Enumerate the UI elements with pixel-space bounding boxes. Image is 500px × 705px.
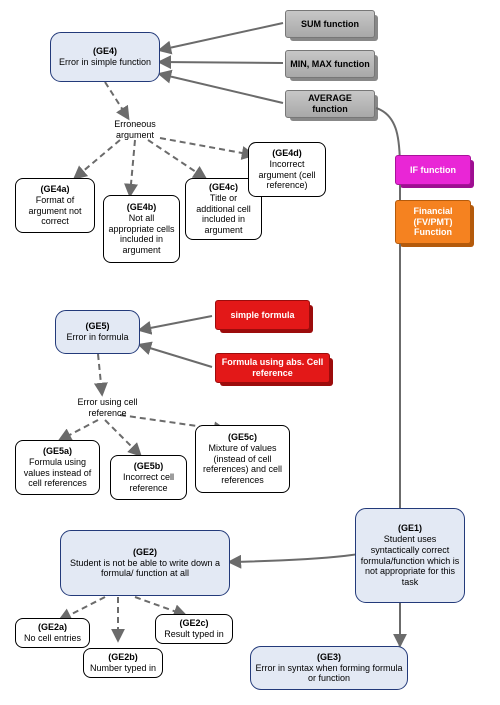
node-text: Number typed in bbox=[90, 663, 156, 673]
banner-label: Financial (FV/PMT) Function bbox=[400, 206, 466, 238]
node-ge1: (GE1)Student uses syntactically correct … bbox=[355, 508, 465, 603]
node-title: (GE5c) bbox=[228, 432, 257, 442]
banner-minmax: MIN, MAX function bbox=[285, 50, 375, 78]
banner-simple-formula: simple formula bbox=[215, 300, 310, 330]
label-error-cell-reference: Error using cell reference bbox=[65, 394, 150, 422]
node-ge5: (GE5)Error in formula bbox=[55, 310, 140, 354]
node-text: Title or additional cell included in arg… bbox=[196, 193, 251, 235]
node-ge2c: (GE2c)Result typed in bbox=[155, 614, 233, 644]
label-text: Error using cell reference bbox=[69, 397, 146, 419]
node-ge4d: (GE4d)Incorrect argument (cell reference… bbox=[248, 142, 326, 197]
node-title: (GE4d) bbox=[272, 148, 302, 158]
node-text: Formula using values instead of cell ref… bbox=[24, 457, 92, 489]
node-title: (GE3) bbox=[317, 652, 341, 662]
node-ge2: (GE2)Student is not be able to write dow… bbox=[60, 530, 230, 596]
node-title: (GE5) bbox=[85, 321, 109, 331]
node-ge2a: (GE2a)No cell entries bbox=[15, 618, 90, 648]
node-ge4b: (GE4b)Not all appropriate cells included… bbox=[103, 195, 180, 263]
banner-sum: SUM function bbox=[285, 10, 375, 38]
node-text: Error in syntax when forming formula or … bbox=[255, 663, 402, 684]
node-text: Result typed in bbox=[164, 629, 224, 639]
node-title: (GE2a) bbox=[38, 622, 67, 632]
node-title: (GE1) bbox=[398, 523, 422, 533]
node-text: Not all appropriate cells included in ar… bbox=[108, 213, 174, 255]
banner-abs-formula: Formula using abs. Cell reference bbox=[215, 353, 330, 383]
node-ge5c: (GE5c)Mixture of values (instead of cell… bbox=[195, 425, 290, 493]
node-title: (GE4c) bbox=[209, 182, 238, 192]
node-title: (GE4b) bbox=[127, 202, 157, 212]
node-text: Student uses syntactically correct formu… bbox=[361, 534, 460, 587]
node-text: Mixture of values (instead of cell refer… bbox=[203, 443, 282, 485]
node-ge5b: (GE5b)Incorrect cell reference bbox=[110, 455, 187, 500]
node-ge5a: (GE5a)Formula using values instead of ce… bbox=[15, 440, 100, 495]
banner-label: simple formula bbox=[230, 310, 294, 321]
node-ge4: (GE4)Error in simple function bbox=[50, 32, 160, 82]
banner-label: MIN, MAX function bbox=[290, 59, 370, 70]
node-text: Student is not be able to write down a f… bbox=[70, 558, 220, 579]
label-erroneous-argument: Erroneous argument bbox=[90, 118, 180, 142]
banner-financial: Financial (FV/PMT) Function bbox=[395, 200, 471, 244]
node-text: Error in formula bbox=[66, 332, 128, 342]
node-title: (GE4) bbox=[93, 46, 117, 56]
node-title: (GE4a) bbox=[40, 184, 69, 194]
node-text: Incorrect cell reference bbox=[123, 472, 174, 493]
node-title: (GE2c) bbox=[179, 618, 208, 628]
banner-label: SUM function bbox=[301, 19, 359, 30]
node-title: (GE2) bbox=[133, 547, 157, 557]
node-text: Incorrect argument (cell reference) bbox=[258, 159, 315, 191]
banner-average: AVERAGE function bbox=[285, 90, 375, 118]
banner-label: Formula using abs. Cell reference bbox=[220, 357, 325, 379]
node-ge4a: (GE4a)Format of argument not correct bbox=[15, 178, 95, 233]
node-text: No cell entries bbox=[24, 633, 81, 643]
node-ge2b: (GE2b)Number typed in bbox=[83, 648, 163, 678]
node-ge3: (GE3)Error in syntax when forming formul… bbox=[250, 646, 408, 690]
node-title: (GE5b) bbox=[134, 461, 164, 471]
node-title: (GE5a) bbox=[43, 446, 72, 456]
label-text: Erroneous argument bbox=[94, 119, 176, 141]
banner-if: IF function bbox=[395, 155, 471, 185]
node-title: (GE2b) bbox=[108, 652, 138, 662]
banner-label: AVERAGE function bbox=[290, 93, 370, 115]
node-text: Error in simple function bbox=[59, 57, 151, 67]
banner-label: IF function bbox=[410, 165, 456, 176]
node-text: Format of argument not correct bbox=[28, 195, 81, 227]
